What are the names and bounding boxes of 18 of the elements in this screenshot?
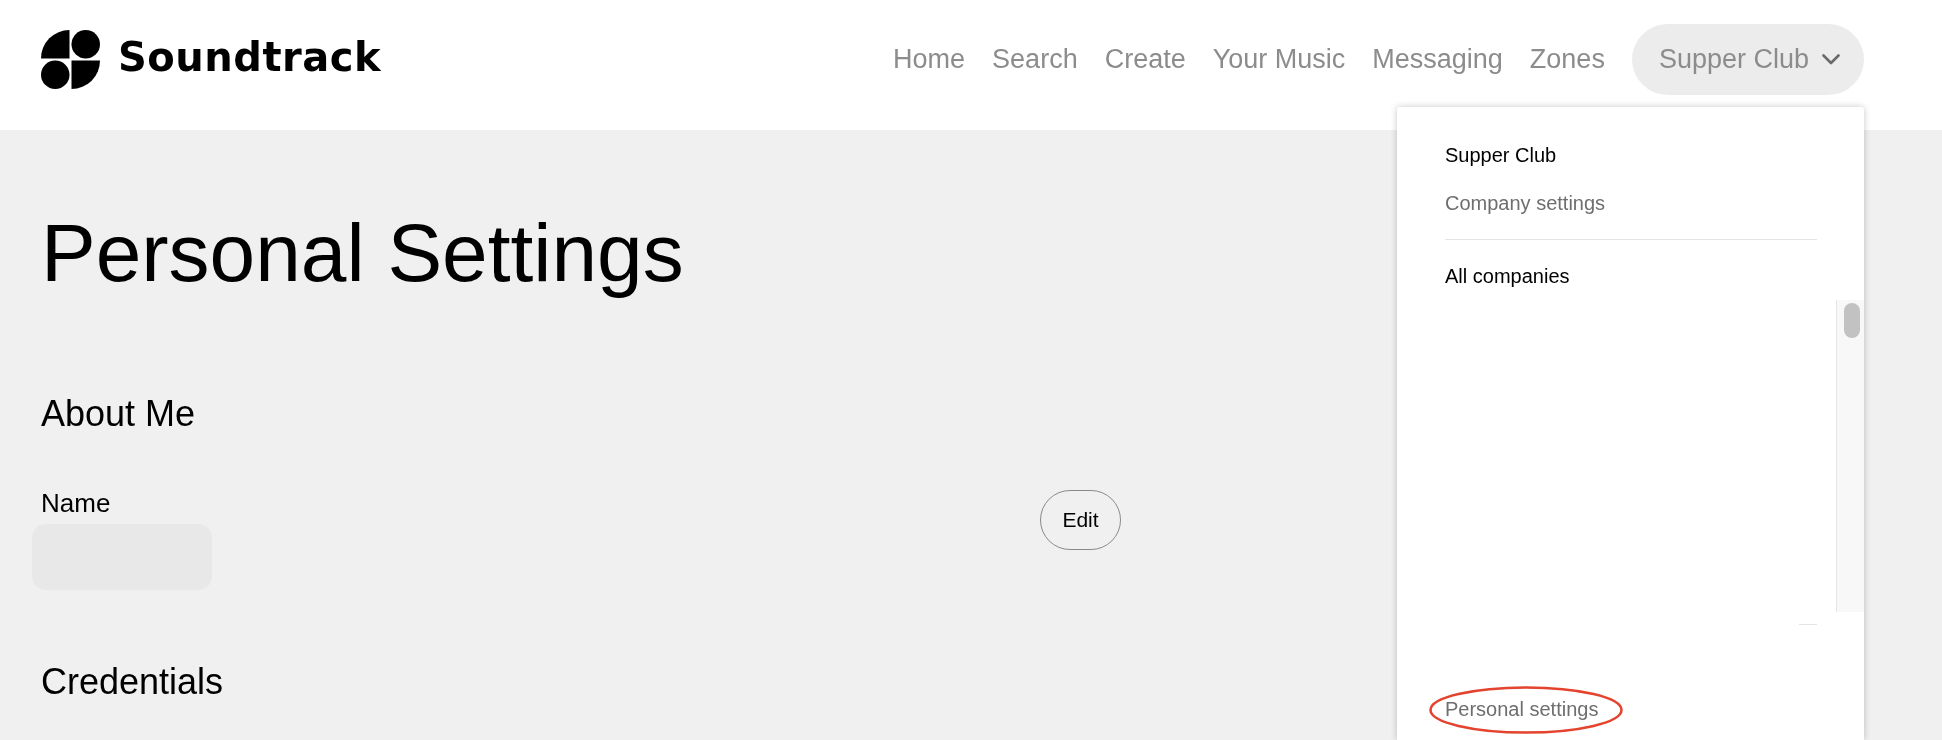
- nav-link[interactable]: Home: [893, 42, 966, 76]
- section-heading: About Me: [41, 396, 196, 432]
- nav-link[interactable]: Create: [1104, 42, 1186, 76]
- scrollbar-thumb[interactable]: [1844, 303, 1860, 338]
- nav-link[interactable]: Messaging: [1372, 42, 1503, 76]
- company-name: Supper Club: [1445, 143, 1557, 167]
- field-label: Name: [41, 490, 111, 516]
- nav-link[interactable]: Zones: [1529, 42, 1605, 76]
- section-heading: Credentials: [41, 664, 224, 700]
- chevron-down-icon: [1822, 53, 1840, 65]
- menu-heading: All companies: [1445, 264, 1570, 288]
- scrollbar-track[interactable]: [1836, 300, 1864, 612]
- brand-wordmark[interactable]: Soundtrack: [118, 35, 382, 79]
- account-menu-button[interactable]: Supper Club: [1631, 23, 1864, 95]
- company-settings-link[interactable]: Company settings: [1445, 191, 1606, 215]
- nav-link[interactable]: Search: [992, 42, 1078, 76]
- nav-link[interactable]: Your Music: [1212, 42, 1346, 76]
- logo-icon[interactable]: [41, 29, 100, 89]
